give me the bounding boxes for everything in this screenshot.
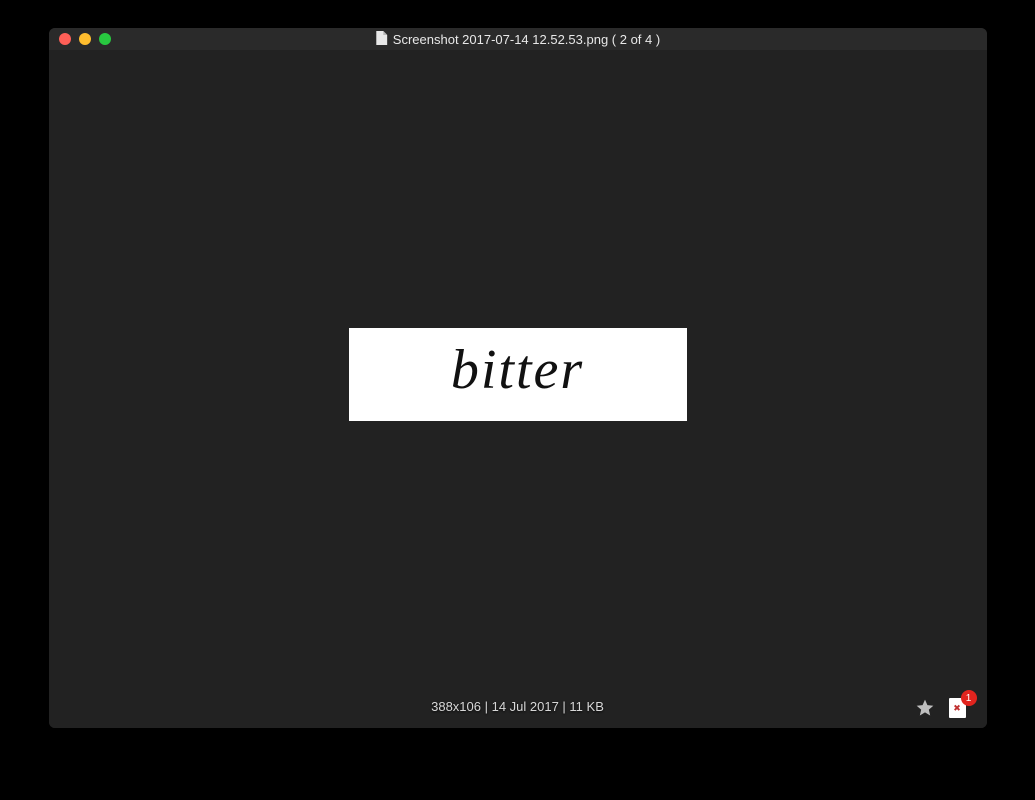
star-icon [915, 705, 935, 722]
window-controls [59, 33, 111, 45]
image-viewer[interactable]: bitter 388x106 | 14 Jul 2017 | 11 KB ✖ 1 [49, 50, 987, 728]
minimize-button[interactable] [79, 33, 91, 45]
preview-window: Screenshot 2017-07-14 12.52.53.png ( 2 o… [49, 28, 987, 728]
image-content-text: bitter [451, 338, 584, 402]
favorite-button[interactable] [915, 698, 935, 718]
maximize-button[interactable] [99, 33, 111, 45]
image-info-status: 388x106 | 14 Jul 2017 | 11 KB [431, 699, 604, 714]
window-title-text: Screenshot 2017-07-14 12.52.53.png ( 2 o… [393, 32, 660, 47]
close-button[interactable] [59, 33, 71, 45]
tag-button[interactable]: ✖ 1 [949, 698, 969, 718]
notification-badge: 1 [961, 690, 977, 706]
file-icon [375, 31, 387, 48]
preview-image: bitter [349, 328, 687, 421]
window-titlebar: Screenshot 2017-07-14 12.52.53.png ( 2 o… [49, 28, 987, 50]
action-tray: ✖ 1 [915, 698, 969, 718]
file-badge-glyph: ✖ [953, 704, 962, 713]
window-title: Screenshot 2017-07-14 12.52.53.png ( 2 o… [375, 31, 660, 48]
